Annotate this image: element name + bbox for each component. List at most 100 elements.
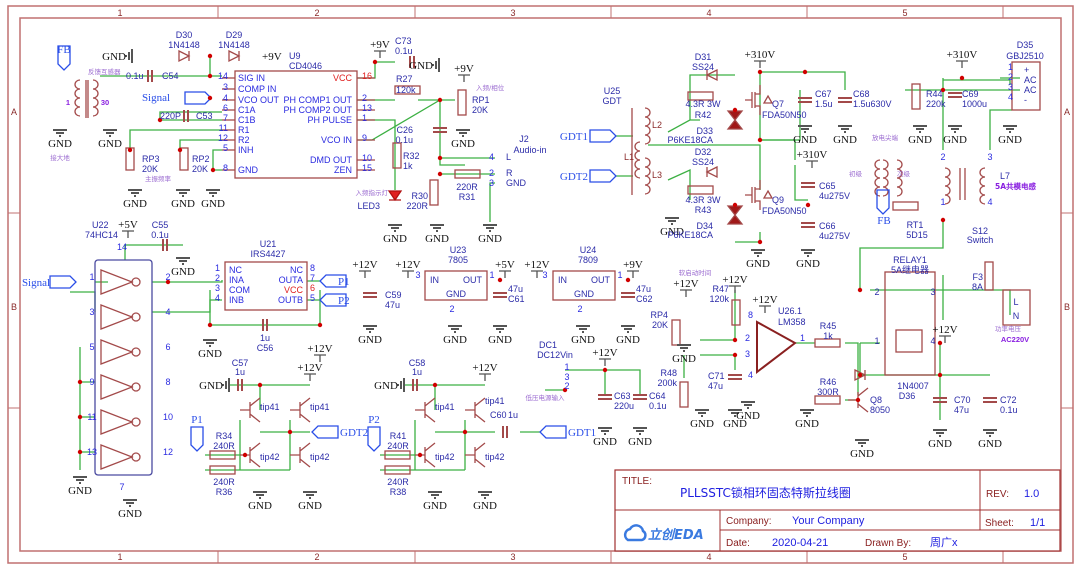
power-symbol — [754, 60, 766, 68]
ground-icon — [303, 491, 317, 499]
u9-pin-name: GND — [238, 165, 259, 175]
net-label-gnd: GND — [796, 258, 820, 270]
label-components-u23-pins-1: 1 — [489, 270, 494, 280]
net-label-v12: +12V — [673, 278, 698, 290]
port-p2-in — [367, 426, 381, 452]
junction-dot — [437, 155, 443, 161]
ground-icon — [665, 217, 679, 225]
potentiometer-rp1 — [457, 89, 467, 116]
port-p1-in — [190, 426, 204, 452]
label-components-r27-value: 120k — [396, 85, 416, 95]
label-components-d35-ref: D35 — [1017, 40, 1034, 50]
label-components-f3-value: 8A — [972, 282, 983, 292]
net-label-gnd: GND — [478, 233, 502, 245]
label-components-c63-ref: C63 — [614, 391, 631, 401]
label-components-c68-value: 1.5u630V — [853, 99, 892, 109]
ground-icon — [751, 249, 765, 257]
frame-row-label: B — [11, 302, 17, 312]
ground-icon — [493, 325, 507, 333]
port-signal-in — [184, 91, 212, 105]
power-symbol — [499, 270, 511, 278]
wire — [205, 384, 310, 471]
label-components-u22-pins-10: 13 — [87, 447, 97, 457]
cap-c60 — [502, 426, 508, 438]
u9-pin-number: 5 — [223, 143, 228, 153]
label-components-u22-pins-11: 12 — [163, 447, 173, 457]
label-components-c60-value: 1u — [508, 410, 518, 420]
label-notes-ct_turns_30: 30 — [101, 98, 109, 107]
junction-dot — [257, 382, 263, 388]
u9-pin-number: 15 — [362, 163, 372, 173]
label-components-u24-value: 7809 — [578, 255, 598, 265]
ground-icon — [478, 491, 492, 499]
u9-pin-name: VCO IN — [321, 135, 352, 145]
label-components-tip42: tip42 — [485, 452, 505, 462]
label-notes-main_freq: 主振频率 — [145, 174, 172, 183]
label-notes-soft_start: 软启动时间 — [679, 268, 712, 277]
ground-icon — [695, 409, 709, 417]
title-label: TITLE: — [622, 476, 652, 487]
resistor-r46 — [814, 395, 841, 405]
label-components-d35-value: GBJ2510 — [1006, 51, 1044, 61]
u21-pin-number: 5 — [310, 293, 315, 303]
wire — [124, 244, 183, 260]
u9-pin-name: PH COMP1 OUT — [283, 95, 352, 105]
u9-pin-name: C1B — [238, 115, 256, 125]
junction-dot — [757, 239, 763, 245]
wire — [212, 149, 222, 171]
power-symbol — [806, 160, 818, 168]
sheet-value: 1/1 — [1030, 517, 1045, 529]
port-gdt1 — [539, 425, 567, 439]
wire — [209, 280, 321, 326]
label-components-d35-pins-1-n: 2 — [1008, 72, 1013, 82]
label-components-u23-out: OUT — [463, 275, 483, 285]
net-label-gnd: GND — [473, 500, 497, 512]
label-components-c54-value: 0.1u — [126, 71, 144, 81]
label-ports-gdt2: GDT2 — [560, 171, 588, 183]
label-components-r36-value: 240R — [213, 477, 235, 487]
net-label-gnd: GND — [571, 334, 595, 346]
junction-dot — [127, 147, 133, 153]
label-components-r30-value: 220R — [406, 201, 428, 211]
ground-icon — [456, 129, 470, 137]
net-label-v12: +12V — [472, 362, 497, 374]
junction-dot — [855, 397, 861, 403]
label-components-r31-value: 220R — [456, 182, 478, 192]
net-label-gnd: GND — [98, 138, 122, 150]
u21-pin-number: 4 — [215, 293, 220, 303]
label-ports-p1: P1 — [191, 414, 203, 426]
opamp-u26 — [756, 320, 797, 375]
label-components-r41-ref: R41 — [390, 431, 407, 441]
label-components-c70-value: 47u — [954, 405, 969, 415]
u9-pin-name: SIG IN — [238, 73, 265, 83]
net-label-v12: +12V — [297, 362, 322, 374]
label-notes-cm_choke: 5A共模电感 — [995, 181, 1037, 191]
label-components-u22-pins-7: 8 — [165, 377, 170, 387]
junction-dot — [857, 372, 863, 378]
date-value: 2020-04-21 — [772, 537, 828, 549]
net-label-gnd: GND — [451, 138, 475, 150]
net-label-gnd: GND — [298, 500, 322, 512]
label-components-c55-ref: C55 — [152, 220, 169, 230]
ground-icon — [800, 409, 814, 417]
label-components-r47-ref: R47 — [712, 284, 729, 294]
label-components-c53-value: 220P — [160, 111, 181, 121]
ground-icon — [576, 325, 590, 333]
ground-icon — [203, 339, 217, 347]
label-ports-p1: P1 — [338, 276, 350, 288]
relay-coil — [895, 329, 923, 353]
net-label-gnd: GND — [374, 380, 398, 392]
u9-pin-name: ZEN — [334, 165, 352, 175]
net-label-gnd: GND — [383, 233, 407, 245]
label-components-j2-pins-0-name: L — [506, 152, 511, 162]
label-components-r38-ref: R38 — [390, 487, 407, 497]
label-components-u23-pins-2: 2 — [449, 304, 454, 314]
junction-dot — [940, 217, 946, 223]
frame-row-label: B — [1064, 302, 1070, 312]
junction-dot — [757, 137, 763, 143]
frame-column-label: 2 — [314, 8, 319, 18]
u9-pin-number: 4 — [223, 93, 228, 103]
ground-icon — [123, 499, 137, 507]
label-components-c73-value: 0.1u — [395, 46, 413, 56]
label-components-led3-ref: LED3 — [357, 201, 380, 211]
